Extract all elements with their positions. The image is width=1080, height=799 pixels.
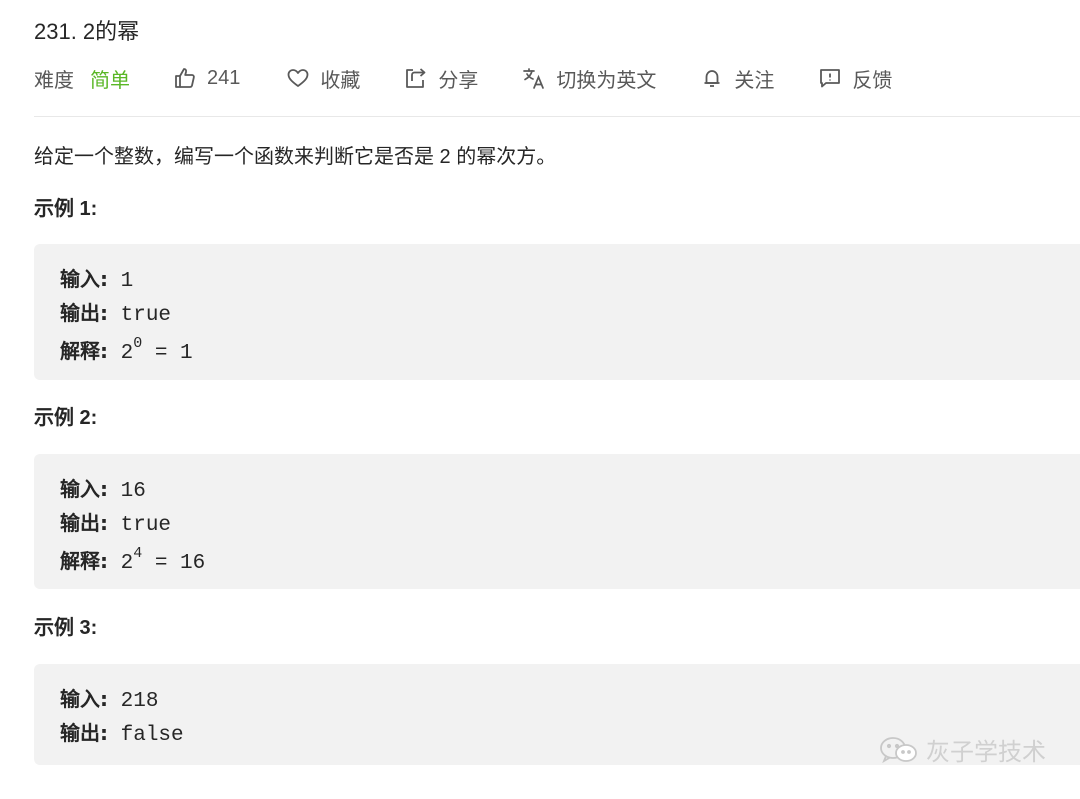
input-label: 输入: <box>60 267 108 291</box>
input-value: 1 <box>120 270 134 293</box>
follow-label: 关注 <box>734 69 775 92</box>
example-input-line: 输入: 1 <box>60 262 1080 296</box>
output-value: false <box>120 724 184 747</box>
output-value: true <box>120 304 172 327</box>
output-label: 输出: <box>60 511 108 535</box>
share-label: 分享 <box>438 69 479 92</box>
input-value: 16 <box>120 480 146 503</box>
input-label: 输入: <box>60 687 108 711</box>
share-icon <box>404 66 428 90</box>
example-explanation-line: 解释: 20 = 1 <box>60 330 1080 365</box>
heart-icon <box>286 66 310 90</box>
like-button[interactable]: 241 <box>173 66 240 90</box>
header-divider <box>34 116 1080 117</box>
example-2-heading: 示例 2: <box>34 407 98 429</box>
translate-label: 切换为英文 <box>556 69 657 92</box>
output-label: 输出: <box>60 721 108 745</box>
like-count: 241 <box>207 66 241 89</box>
watermark: 灰子学技术 <box>878 732 1046 767</box>
wechat-icon <box>880 736 917 763</box>
explanation-result: = 1 <box>142 342 193 365</box>
problem-meta-bar: 难度 简单 241 收藏 分享 切换为英文 关注 反馈 <box>34 63 892 93</box>
example-explanation-line: 解释: 24 = 16 <box>60 540 1080 575</box>
explanation-base: 2 <box>120 342 134 365</box>
example-1-heading: 示例 1: <box>34 198 98 220</box>
feedback-icon <box>818 66 842 90</box>
share-button[interactable]: 分享 <box>404 64 478 93</box>
explanation-result: = 16 <box>142 552 206 575</box>
example-output-line: 输出: true <box>60 296 1080 330</box>
bell-icon <box>700 66 724 90</box>
example-2-code-block: 输入: 16 输出: true 解释: 24 = 16 <box>34 454 1080 589</box>
watermark-text: 灰子学技术 <box>926 739 1046 766</box>
example-input-line: 输入: 16 <box>60 472 1080 506</box>
output-label: 输出: <box>60 301 108 325</box>
example-output-line: 输出: true <box>60 506 1080 540</box>
example-input-line: 输入: 218 <box>60 682 1080 716</box>
translate-button[interactable]: 切换为英文 <box>522 64 656 93</box>
feedback-button[interactable]: 反馈 <box>818 64 892 93</box>
difficulty-label: 难度 <box>34 69 74 92</box>
problem-page: 231. 2的幂 难度 简单 241 收藏 分享 切换为英文 关注 反馈 给定一… <box>0 0 1080 799</box>
thumbs-up-icon <box>173 66 197 90</box>
explanation-exponent: 4 <box>133 545 143 562</box>
input-label: 输入: <box>60 477 108 501</box>
favorite-label: 收藏 <box>320 69 361 92</box>
follow-button[interactable]: 关注 <box>700 64 774 93</box>
problem-description: 给定一个整数，编写一个函数来判断它是否是 2 的幂次方。 <box>34 146 557 168</box>
input-value: 218 <box>120 690 159 713</box>
difficulty: 难度 简单 <box>34 64 130 93</box>
favorite-button[interactable]: 收藏 <box>286 64 360 93</box>
output-value: true <box>120 514 172 537</box>
example-3-heading: 示例 3: <box>34 617 98 639</box>
explanation-base: 2 <box>120 552 134 575</box>
translate-icon <box>522 66 546 90</box>
explanation-label: 解释: <box>60 549 108 573</box>
explanation-exponent: 0 <box>133 335 143 352</box>
problem-title: 231. 2的幂 <box>34 19 140 44</box>
difficulty-badge: 简单 <box>90 69 130 92</box>
example-1-code-block: 输入: 1 输出: true 解释: 20 = 1 <box>34 244 1080 380</box>
feedback-label: 反馈 <box>852 69 893 92</box>
explanation-label: 解释: <box>60 339 108 363</box>
